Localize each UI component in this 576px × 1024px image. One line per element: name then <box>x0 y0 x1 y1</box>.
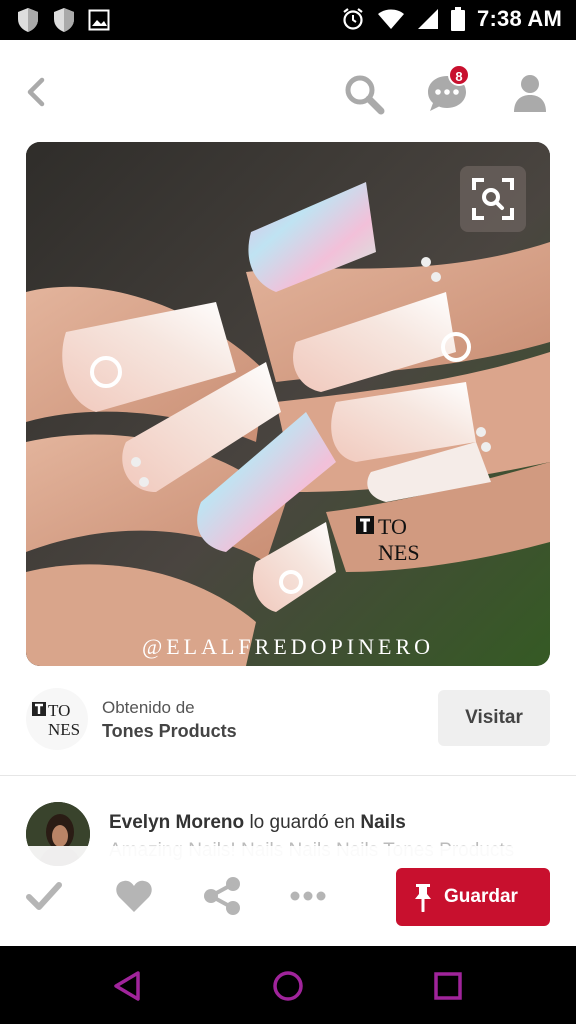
visual-search-icon <box>472 178 514 220</box>
more-dots-icon[interactable] <box>288 876 328 916</box>
tones-watermark-logo: TO NES <box>356 514 420 564</box>
circle-home-icon[interactable] <box>270 968 306 1004</box>
saver-verb: lo guardó en <box>249 812 356 833</box>
svg-text:NES: NES <box>48 720 80 739</box>
messages-badge: 8 <box>448 64 470 86</box>
signal-icon <box>418 9 439 29</box>
triangle-back-icon[interactable] <box>110 968 146 1004</box>
check-icon[interactable] <box>24 876 64 916</box>
visual-search-button[interactable] <box>460 166 526 232</box>
saver-user[interactable]: Evelyn Moreno <box>109 812 244 833</box>
tones-logo: TO NES <box>32 701 80 739</box>
pin-image[interactable]: TO NES @ELALFREDOPINERO <box>26 142 550 666</box>
action-bar: Guardar <box>0 846 576 946</box>
svg-text:NES: NES <box>378 540 420 564</box>
source-label: Obtenido de <box>102 698 195 717</box>
square-recents-icon[interactable] <box>430 968 466 1004</box>
pushpin-icon <box>415 884 431 912</box>
svg-text:TO: TO <box>48 701 70 720</box>
system-nav-bar <box>0 946 576 1024</box>
share-icon[interactable] <box>202 876 242 916</box>
save-button-label: Guardar <box>444 886 518 907</box>
status-time: 7:38 AM <box>477 6 562 31</box>
alarm-icon <box>343 8 363 30</box>
shield-icon <box>54 8 74 32</box>
search-icon[interactable] <box>340 70 388 118</box>
source-logo[interactable]: TO NES <box>26 688 88 750</box>
save-button[interactable]: Guardar <box>396 868 550 926</box>
top-bar: 8 <box>0 40 576 140</box>
source-row: TO NES Obtenido de Tones Products Visita… <box>0 668 576 776</box>
source-name[interactable]: Tones Products <box>102 721 237 742</box>
shield-icon <box>18 8 38 32</box>
image-watermark-handle: @ELALFREDOPINERO <box>141 634 435 659</box>
svg-text:TO: TO <box>378 514 407 539</box>
person-icon[interactable] <box>506 70 554 118</box>
saver-board[interactable]: Nails <box>360 812 405 833</box>
wifi-icon <box>378 9 405 29</box>
visit-button[interactable]: Visitar <box>438 690 550 746</box>
battery-icon <box>451 7 466 31</box>
saver-line: Evelyn Moreno lo guardó en Nails <box>109 812 406 834</box>
image-icon <box>88 9 110 31</box>
heart-icon[interactable] <box>114 876 154 916</box>
back-icon[interactable] <box>18 72 58 112</box>
status-bar: 7:38 AM <box>0 0 576 40</box>
